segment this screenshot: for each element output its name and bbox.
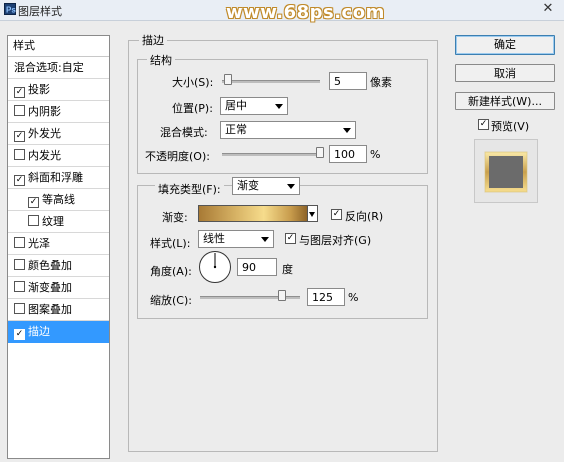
- new-style-button[interactable]: 新建样式(W)...: [455, 92, 555, 110]
- angle-label: 角度(A):: [150, 265, 192, 278]
- preview-label: 预览(V): [491, 120, 530, 133]
- inner-glow-checkbox[interactable]: [14, 149, 25, 160]
- position-label: 位置(P):: [172, 102, 213, 115]
- cancel-button[interactable]: 取消: [455, 64, 555, 82]
- align-layer-checkbox[interactable]: ✓: [285, 233, 296, 244]
- style-item-outer-glow[interactable]: ✓ 外发光: [8, 123, 109, 145]
- style-item-color-overlay[interactable]: 颜色叠加: [8, 255, 109, 277]
- style-item-satin[interactable]: 光泽: [8, 233, 109, 255]
- gradient-style-select-value: 线性: [203, 232, 225, 245]
- style-item-contour[interactable]: ✓ 等高线: [8, 189, 109, 211]
- fill-type-select[interactable]: 渐变: [232, 177, 300, 195]
- gradient-swatch[interactable]: [198, 205, 308, 222]
- gradient-style-select[interactable]: 线性: [198, 230, 274, 248]
- style-preview-thumbnail: [474, 139, 538, 203]
- size-slider-track[interactable]: [222, 80, 320, 83]
- style-item-label: 光泽: [28, 237, 50, 250]
- fill-type-label: 填充类型(F):: [155, 181, 224, 197]
- gradient-dropdown-button[interactable]: [308, 205, 318, 222]
- bevel-emboss-checkbox[interactable]: ✓: [14, 175, 25, 186]
- chevron-down-icon: [275, 104, 283, 109]
- satin-checkbox[interactable]: [14, 237, 25, 248]
- size-input[interactable]: 5: [329, 72, 367, 90]
- chevron-down-icon: [343, 128, 351, 133]
- scale-input[interactable]: 125: [307, 288, 345, 306]
- drop-shadow-checkbox[interactable]: ✓: [14, 87, 25, 98]
- style-item-stroke[interactable]: ✓ 描边: [8, 321, 109, 343]
- opacity-label: 不透明度(O):: [145, 150, 210, 163]
- stroke-section-title: 描边: [139, 32, 167, 48]
- chevron-down-icon: [309, 212, 315, 217]
- style-item-label: 斜面和浮雕: [28, 171, 83, 184]
- app-icon: Ps: [4, 3, 16, 15]
- contour-checkbox[interactable]: ✓: [28, 197, 39, 208]
- style-item-bevel-emboss[interactable]: ✓ 斜面和浮雕: [8, 167, 109, 189]
- style-item-label: 内发光: [28, 149, 61, 162]
- chevron-down-icon: [287, 184, 295, 189]
- watermark: www.68ps.com: [226, 2, 385, 23]
- style-item-label: 渐变叠加: [28, 281, 72, 294]
- style-item-inner-glow[interactable]: 内发光: [8, 145, 109, 167]
- style-list-header[interactable]: 样式: [8, 36, 109, 57]
- scale-label: 缩放(C):: [150, 294, 192, 307]
- reverse-checkbox[interactable]: ✓: [331, 209, 342, 220]
- size-unit: 像素: [370, 76, 392, 89]
- color-overlay-checkbox[interactable]: [14, 259, 25, 270]
- blend-mode-select[interactable]: 正常: [220, 121, 356, 139]
- close-icon: ✕: [542, 1, 554, 16]
- position-select[interactable]: 居中: [220, 97, 288, 115]
- style-item-label: 颜色叠加: [28, 259, 72, 272]
- window-title: 图层样式: [18, 5, 62, 18]
- blend-options-item[interactable]: 混合选项:自定: [8, 57, 109, 79]
- reverse-label: 反向(R): [345, 210, 384, 223]
- blend-mode-label: 混合模式:: [160, 126, 208, 139]
- opacity-input[interactable]: 100: [329, 145, 367, 163]
- size-slider-thumb[interactable]: [224, 74, 232, 85]
- blend-options-label: 混合选项:自定: [14, 61, 84, 74]
- style-item-pattern-overlay[interactable]: 图案叠加: [8, 299, 109, 321]
- opacity-slider-thumb[interactable]: [316, 147, 324, 158]
- fill-type-select-value: 渐变: [237, 179, 259, 192]
- pattern-overlay-checkbox[interactable]: [14, 303, 25, 314]
- inner-shadow-checkbox[interactable]: [14, 105, 25, 116]
- close-button[interactable]: ✕: [535, 1, 561, 17]
- style-item-label: 投影: [28, 83, 50, 96]
- style-item-label: 图案叠加: [28, 303, 72, 316]
- align-layer-label: 与图层对齐(G): [299, 234, 372, 247]
- style-item-drop-shadow[interactable]: ✓ 投影: [8, 79, 109, 101]
- style-item-label: 描边: [28, 325, 50, 338]
- style-item-label: 纹理: [42, 215, 64, 228]
- style-item-label: 内阴影: [28, 105, 61, 118]
- opacity-slider-track[interactable]: [222, 153, 322, 156]
- style-item-texture[interactable]: 纹理: [8, 211, 109, 233]
- preview-checkbox[interactable]: ✓: [478, 119, 489, 130]
- gradient-overlay-checkbox[interactable]: [14, 281, 25, 292]
- ok-button[interactable]: 确定: [455, 35, 555, 55]
- structure-title: 结构: [147, 52, 175, 68]
- outer-glow-checkbox[interactable]: ✓: [14, 131, 25, 142]
- angle-dial[interactable]: [198, 250, 232, 284]
- title-bar: Ps 图层样式 www.68ps.com ✕: [0, 0, 564, 23]
- angle-unit: 度: [282, 263, 293, 276]
- style-list-panel: 样式 混合选项:自定 ✓ 投影 内阴影 ✓ 外发光 内发光 ✓ 斜面和浮雕 ✓ 等高线 …: [7, 35, 110, 459]
- opacity-unit: %: [370, 148, 381, 161]
- stroke-checkbox[interactable]: ✓: [14, 329, 25, 340]
- style-item-label: 等高线: [42, 193, 75, 206]
- style-item-label: 外发光: [28, 127, 61, 140]
- scale-unit: %: [348, 291, 359, 304]
- size-label: 大小(S):: [172, 76, 214, 89]
- style-item-inner-shadow[interactable]: 内阴影: [8, 101, 109, 123]
- svg-text:Ps: Ps: [6, 6, 16, 15]
- scale-slider-thumb[interactable]: [278, 290, 286, 301]
- style-item-gradient-overlay[interactable]: 渐变叠加: [8, 277, 109, 299]
- chevron-down-icon: [261, 237, 269, 242]
- position-select-value: 居中: [225, 99, 247, 112]
- texture-checkbox[interactable]: [28, 215, 39, 226]
- blend-mode-select-value: 正常: [225, 123, 247, 136]
- angle-input[interactable]: 90: [237, 258, 277, 276]
- gradient-label: 渐变:: [162, 211, 188, 224]
- gradient-style-label: 样式(L):: [150, 237, 191, 250]
